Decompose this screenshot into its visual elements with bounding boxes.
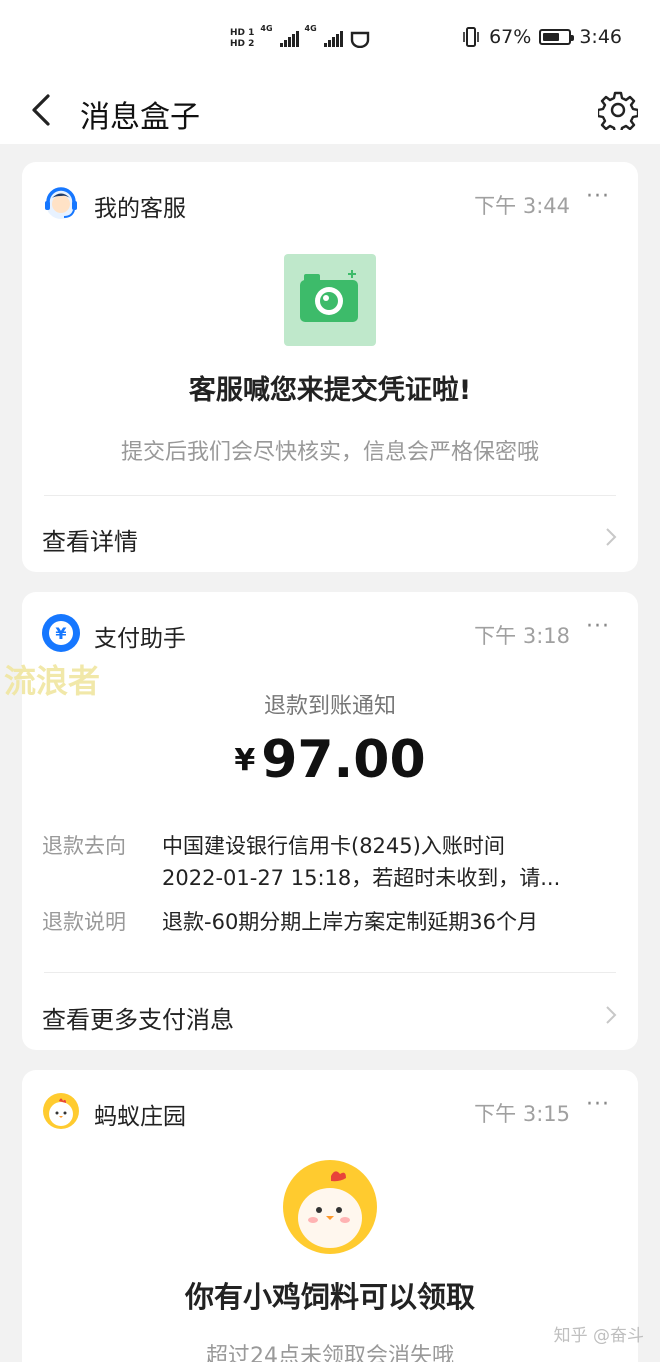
more-payment-messages-row[interactable]: 查看更多支付消息 [22,980,638,1050]
currency-symbol: ¥ [234,742,256,778]
nav-bar: 消息盒子 [0,76,660,144]
yen-glyph: ¥ [49,621,73,645]
clock: 3:46 [579,26,622,48]
refund-amount: ¥97.00 [22,730,638,794]
battery-icon [539,29,575,45]
hotspot-icon [350,31,369,48]
more-payment-messages-link[interactable]: 查看更多支付消息 [42,1000,234,1035]
chevron-right-icon [606,528,617,546]
hd2-label: HD 2 [230,39,255,49]
back-arrow-icon[interactable] [28,90,56,130]
view-details-row[interactable]: 查看详情 [22,502,638,572]
hd1-label: HD 1 [230,28,255,38]
divider [44,495,616,496]
hd-indicator: HD 1 HD 2 [230,28,254,50]
app-name: 蚂蚁庄园 [94,1104,186,1130]
message-time: 下午 3:15 [474,1102,570,1126]
refund-destination-line2: 2022-01-27 15:18，若超时未收到，请... [162,866,561,890]
refund-destination-value: 中国建设银行信用卡(8245)入账时间 2022-01-27 15:18，若超时… [162,830,560,894]
amount-value: 97.00 [261,730,426,790]
gear-icon[interactable] [598,90,638,130]
status-right: 67% 3:46 [461,26,622,48]
camera-icon [284,254,376,346]
customer-service-icon [45,187,77,219]
refund-destination-label: 退款去向 [42,834,126,858]
message-time: 下午 3:18 [474,624,570,648]
service-headline: 客服喊您来提交凭证啦! [188,375,472,406]
app-name: 我的客服 [94,196,186,222]
farm-subtext: 超过24点未领取会消失哦 [206,1344,454,1362]
farm-message-card[interactable]: 蚂蚁庄园 下午 3:15 ··· 你有小鸡饲料可以领取 超过24点未领取会消失哦 [22,1070,638,1362]
watermark-text: 流浪者 [4,662,101,700]
divider [44,972,616,973]
more-options-button[interactable]: ··· [586,184,610,209]
net2-label: 4G [304,24,317,33]
vibrate-icon [463,27,479,47]
signal-1-icon [279,31,299,47]
refund-notice-title: 退款到账通知 [263,694,396,719]
page-title: 消息盒子 [80,100,200,135]
ant-farm-chick-icon [43,1093,79,1129]
chick-avatar-icon [283,1160,377,1254]
card-header: 我的客服 下午 3:44 ··· [42,184,618,224]
card-header: ¥ 支付助手 下午 3:18 ··· [42,614,618,654]
service-subtext: 提交后我们会尽快核实，信息会严格保密哦 [120,440,539,465]
payment-message-card[interactable]: ¥ 支付助手 下午 3:18 ··· 退款到账通知 ¥97.00 退款去向 中国… [22,592,638,1050]
app-name: 支付助手 [94,626,186,652]
refund-note-label: 退款说明 [42,910,126,934]
message-time: 下午 3:44 [474,194,570,218]
more-options-button[interactable]: ··· [586,614,610,639]
refund-destination-line1: 中国建设银行信用卡(8245)入账时间 [162,834,505,858]
signal-2-icon [323,31,343,47]
zhihu-watermark: 知乎 @奋斗 [553,1326,644,1346]
service-message-card[interactable]: 我的客服 下午 3:44 ··· 客服喊您来提交凭证啦! 提交后我们会尽快核实，… [22,162,638,572]
refund-note-value: 退款-60期分期上岸方案定制延期36个月 [162,910,539,934]
view-details-link[interactable]: 查看详情 [42,522,138,557]
chevron-right-icon [606,1006,617,1024]
payment-assistant-icon: ¥ [42,614,80,652]
net1-label: 4G [260,24,273,33]
more-options-button[interactable]: ··· [586,1092,610,1117]
card-header: 蚂蚁庄园 下午 3:15 ··· [42,1092,618,1132]
network-indicators: HD 1 HD 2 4G 4G [230,24,371,54]
farm-headline: 你有小鸡饲料可以领取 [184,1280,475,1314]
battery-percent: 67% [489,26,532,48]
status-bar: HD 1 HD 2 4G 4G 67% 3:46 [0,0,660,76]
